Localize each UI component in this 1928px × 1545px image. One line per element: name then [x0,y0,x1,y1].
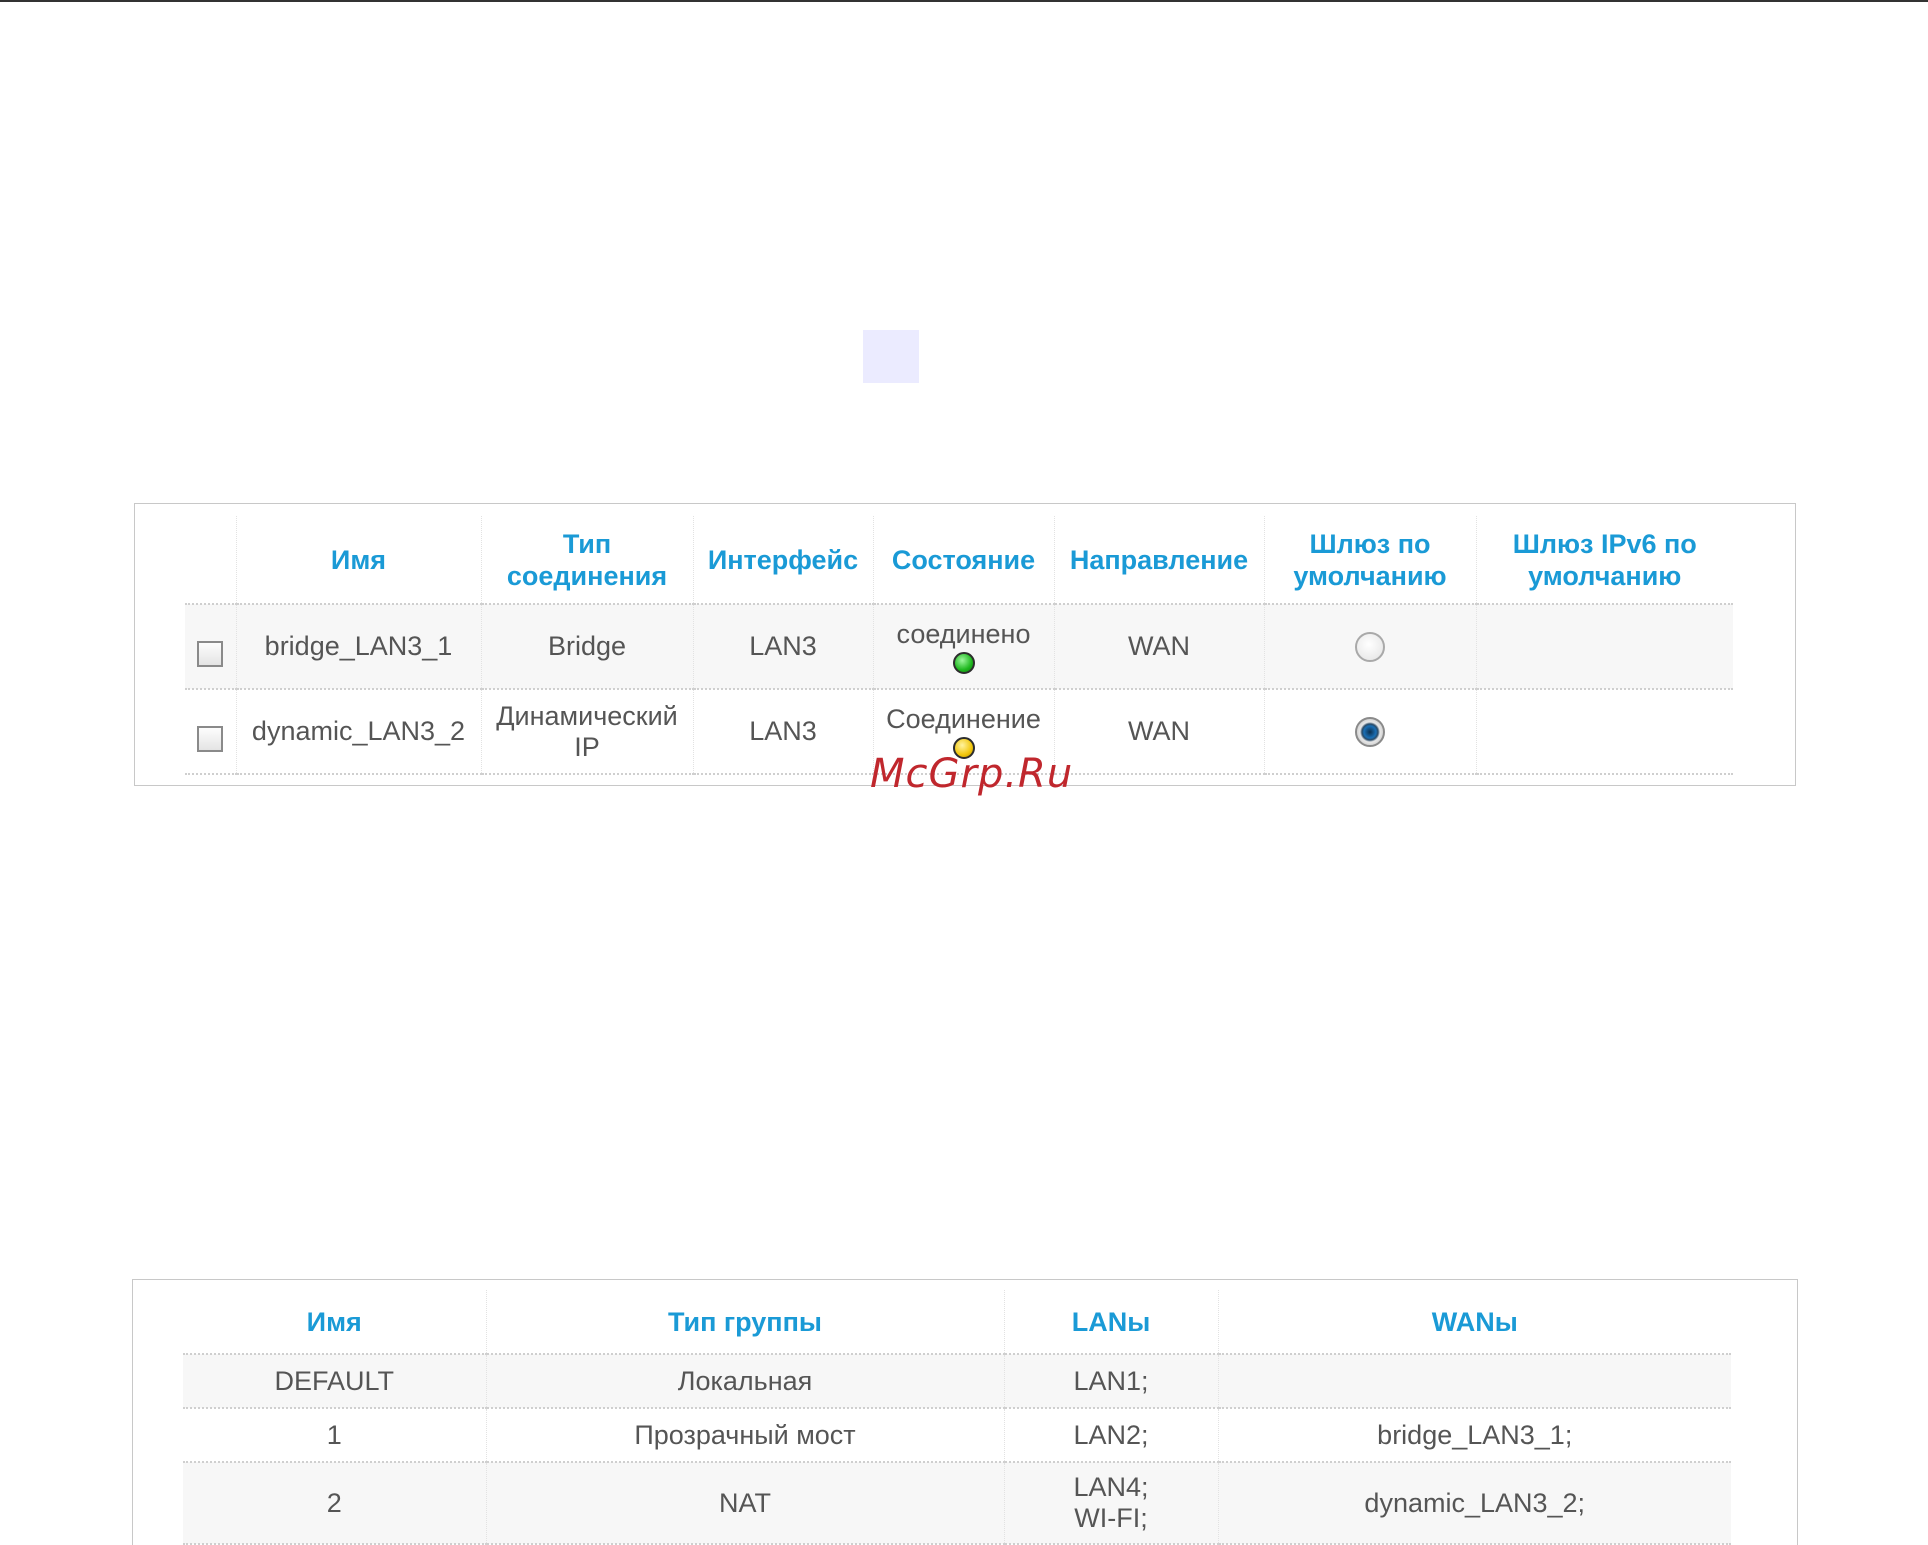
table-row[interactable]: 2 NAT LAN4; WI-FI; dynamic_LAN3_2; [183,1462,1731,1545]
column-header-default-gateway[interactable]: Шлюз по умолчанию [1263,516,1476,605]
group-type: Прозрачный мост [485,1408,1004,1463]
connections-panel: Имя Тип соединения Интерфейс Состояние Н… [134,503,1796,786]
group-name[interactable]: DEFAULT [183,1354,486,1409]
groups-panel: Имя Тип группы LANы WANы DEFAULT Локальн… [132,1279,1798,1545]
default-gateway-ipv6-cell [1475,689,1733,775]
column-header-default-gateway-ipv6[interactable]: Шлюз IPv6 по умолчанию [1475,516,1733,605]
connection-interface: LAN3 [692,604,873,690]
table-row[interactable]: 1 Прозрачный мост LAN2; bridge_LAN3_1; [183,1408,1731,1463]
watermark: McGrp.Ru [870,751,1074,797]
group-wans [1217,1354,1731,1409]
connection-type: Динамический IP [480,689,693,775]
group-name[interactable]: 1 [183,1408,486,1463]
connection-state: Соединение [886,704,1041,734]
default-gateway-ipv6-cell [1475,604,1733,690]
connection-direction: WAN [1053,604,1264,690]
group-wans: bridge_LAN3_1; [1217,1408,1731,1463]
row-checkbox[interactable] [197,641,224,667]
group-lan: LAN2; [1073,1419,1149,1450]
connection-state: соединено [896,619,1031,649]
column-header-group-type[interactable]: Тип группы [485,1290,1004,1355]
status-green-icon [952,652,975,674]
column-header-wans[interactable]: WANы [1217,1290,1731,1355]
group-type: NAT [485,1462,1004,1545]
group-lans: LAN4; WI-FI; [1003,1462,1218,1545]
table-row[interactable]: DEFAULT Локальная LAN1; [183,1354,1731,1409]
top-rule [0,0,1928,2]
connection-type: Bridge [480,604,693,690]
column-header-name[interactable]: Имя [235,516,481,605]
column-header-group-name[interactable]: Имя [183,1290,486,1355]
connection-state-cell: соединено [872,604,1054,690]
group-type: Локальная [485,1354,1004,1409]
group-lans: LAN1; [1003,1354,1218,1409]
table-row[interactable]: bridge_LAN3_1 Bridge LAN3 соединено WAN [185,604,1733,690]
column-header-type[interactable]: Тип соединения [480,516,693,605]
connection-name[interactable]: dynamic_LAN3_2 [235,689,481,775]
column-header-direction[interactable]: Направление [1053,516,1264,605]
group-lan: LAN1; [1073,1365,1149,1396]
connections-table: Имя Тип соединения Интерфейс Состояние Н… [185,516,1733,775]
placeholder-square [863,330,919,383]
select-column-header [185,516,236,605]
group-lan: WI-FI; [1074,1503,1148,1533]
row-checkbox[interactable] [197,726,224,752]
group-name[interactable]: 2 [183,1462,486,1545]
group-lan: LAN4; [1073,1472,1149,1502]
groups-table: Имя Тип группы LANы WANы DEFAULT Локальн… [183,1290,1731,1545]
default-gateway-radio[interactable] [1355,632,1385,663]
connection-interface: LAN3 [692,689,873,775]
group-lans: LAN2; [1003,1408,1218,1463]
connections-header-row: Имя Тип соединения Интерфейс Состояние Н… [185,516,1733,605]
column-header-state[interactable]: Состояние [872,516,1054,605]
default-gateway-radio-selected[interactable] [1355,717,1385,748]
connection-name[interactable]: bridge_LAN3_1 [235,604,481,690]
column-header-interface[interactable]: Интерфейс [692,516,873,605]
connection-direction: WAN [1053,689,1264,775]
groups-header-row: Имя Тип группы LANы WANы [183,1290,1731,1355]
column-header-lans[interactable]: LANы [1003,1290,1218,1355]
group-wans: dynamic_LAN3_2; [1217,1462,1731,1545]
